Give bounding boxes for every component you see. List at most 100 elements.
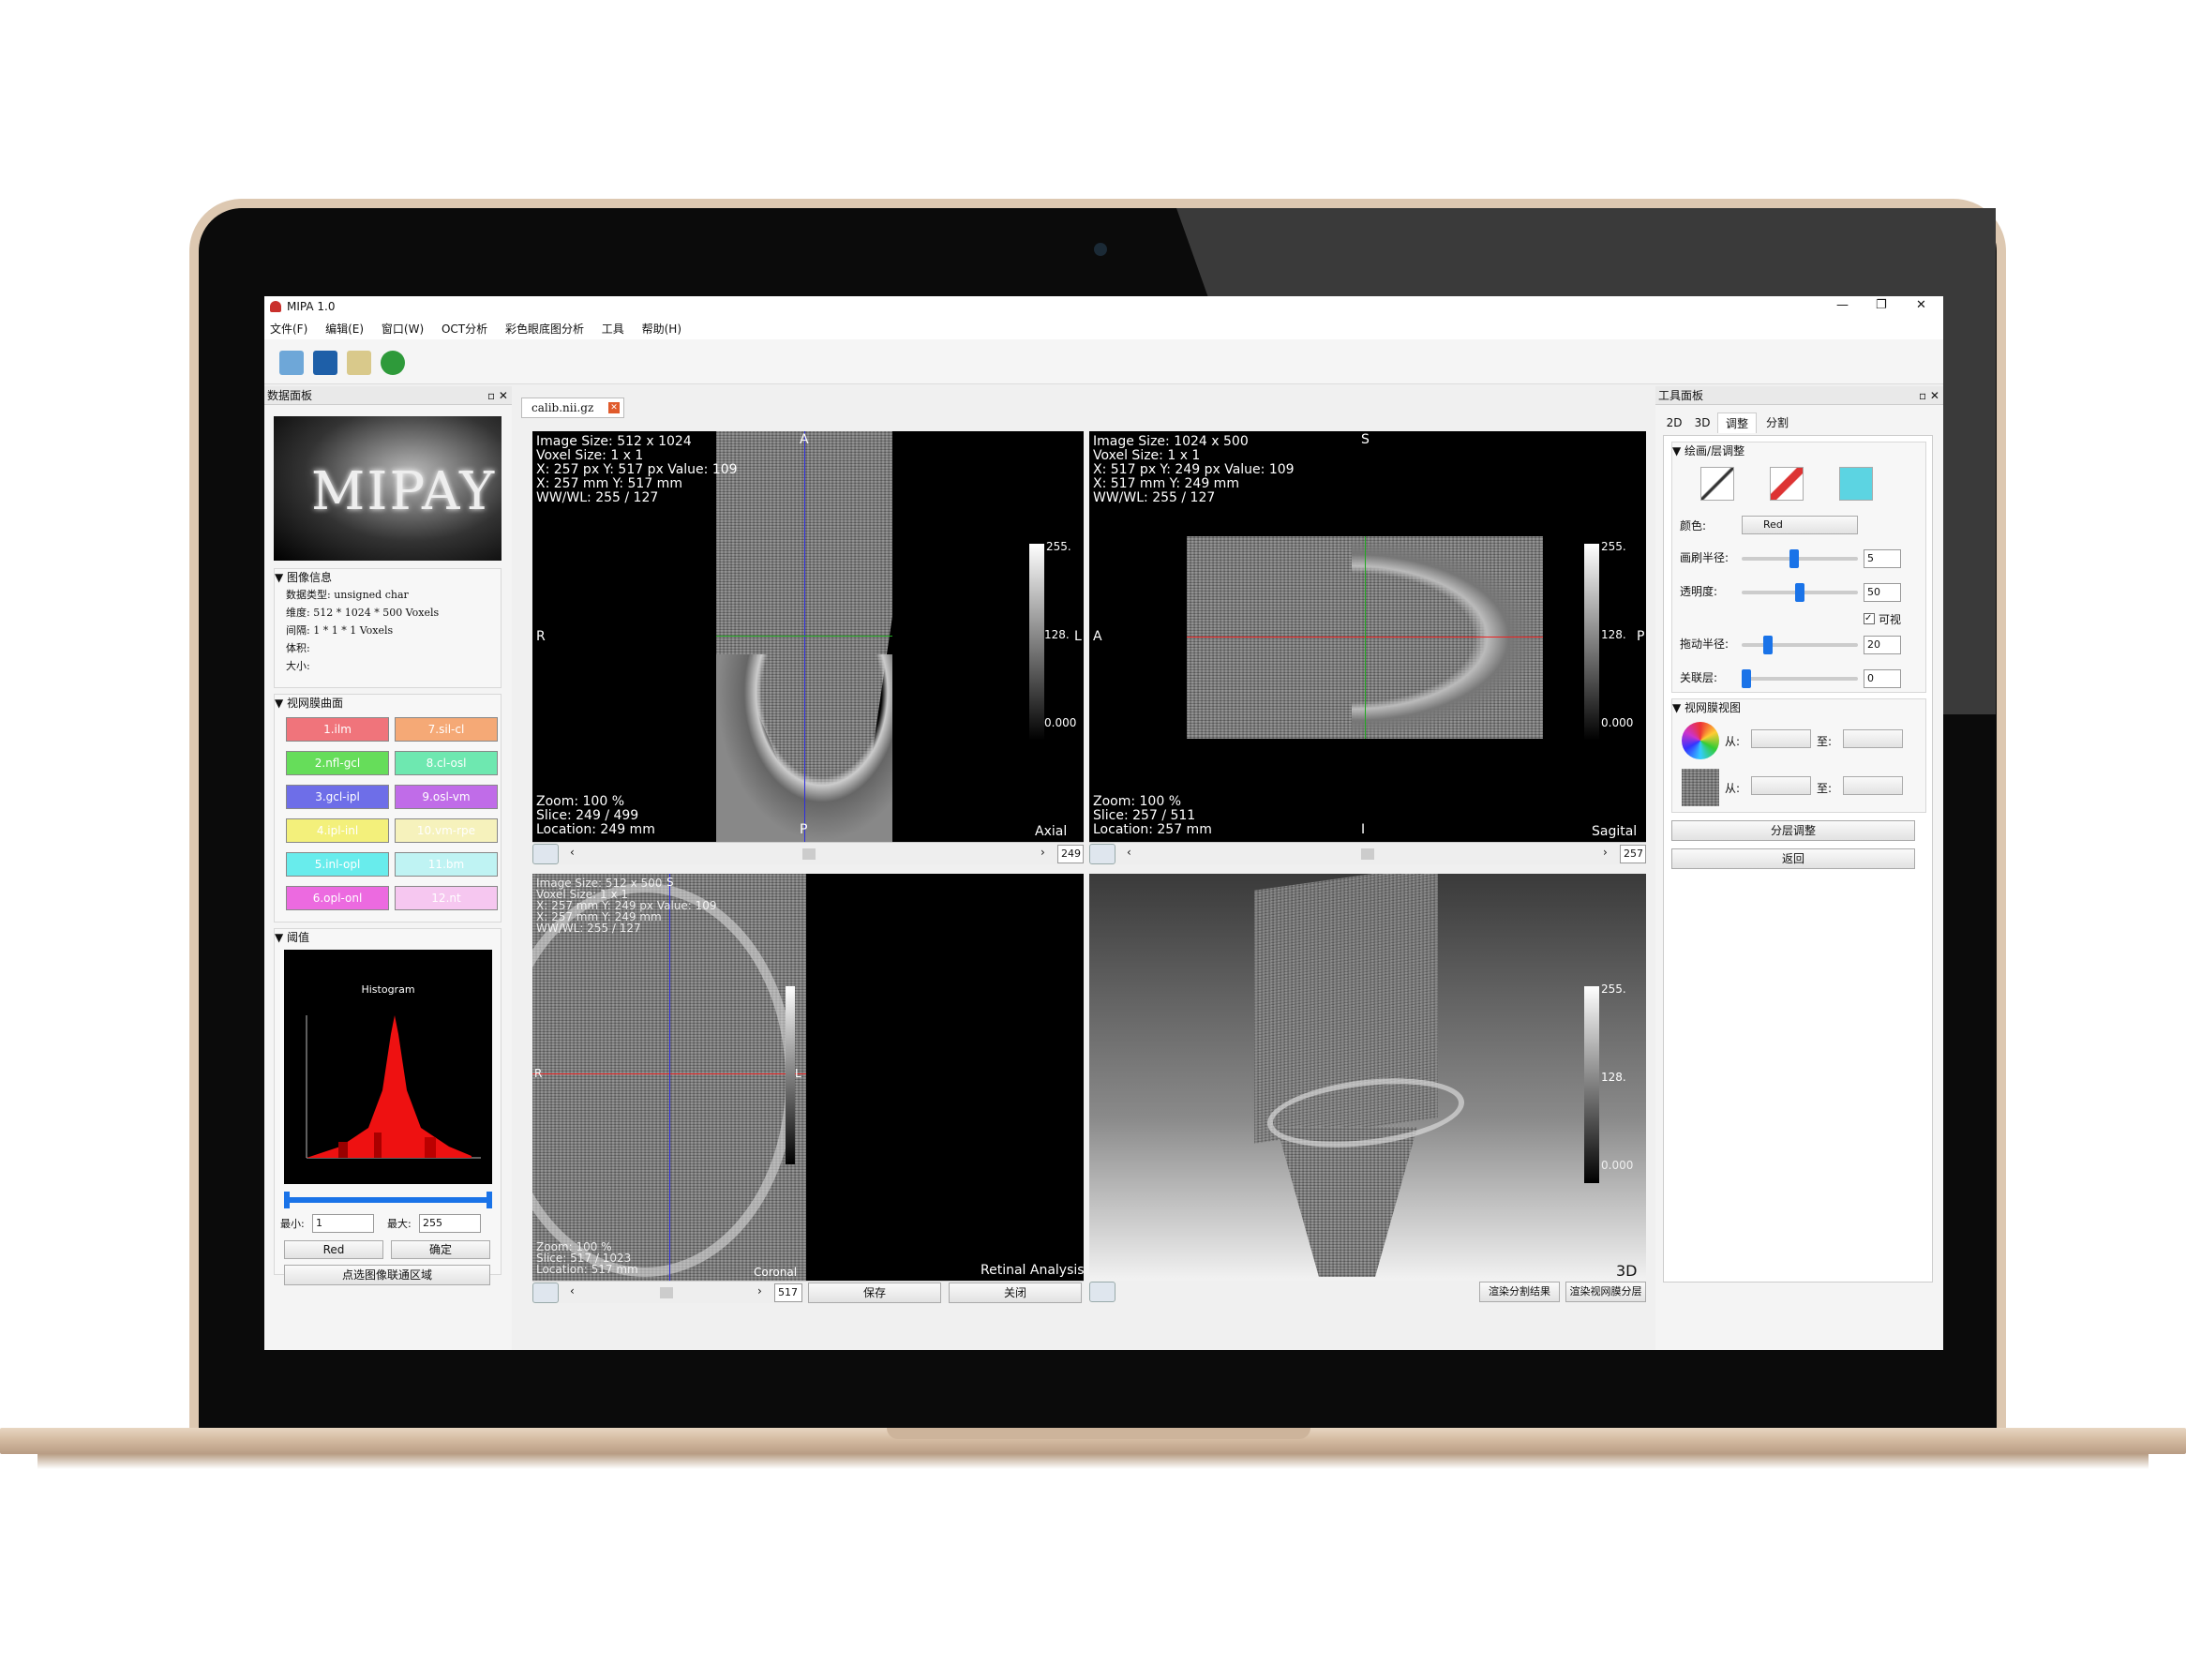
menu-window[interactable]: 窗口(W) bbox=[382, 322, 424, 336]
brush-radius-spinbox[interactable]: 5 bbox=[1864, 549, 1901, 568]
tab-3d[interactable]: 3D bbox=[1691, 412, 1714, 433]
eye-icon[interactable] bbox=[532, 1282, 559, 1303]
eye-icon[interactable] bbox=[1089, 1282, 1115, 1302]
edit-document-icon[interactable] bbox=[347, 351, 371, 375]
surface-button-8[interactable]: 10.vm-rpe bbox=[395, 818, 498, 843]
visible-checkbox[interactable]: ✓ bbox=[1864, 613, 1875, 624]
color-from-select[interactable] bbox=[1751, 729, 1811, 748]
menu-oct[interactable]: OCT分析 bbox=[442, 322, 487, 336]
surface-button-4[interactable]: 8.cl-osl bbox=[395, 751, 498, 775]
axial-label: Axial bbox=[1035, 824, 1068, 839]
coronal-scroll-thumb[interactable] bbox=[660, 1287, 673, 1298]
surface-button-11[interactable]: 6.opl-onl bbox=[286, 886, 389, 910]
tab-segment[interactable]: 分割 bbox=[1760, 412, 1794, 433]
surface-button-9[interactable]: 5.inl-opl bbox=[286, 852, 389, 877]
gray-from-select[interactable] bbox=[1751, 776, 1811, 795]
sagittal-view[interactable]: Image Size: 1024 x 500 Voxel Size: 1 x 1… bbox=[1089, 431, 1646, 842]
refresh-icon[interactable] bbox=[381, 351, 405, 375]
fundus-thumbnail-icon[interactable] bbox=[1682, 769, 1719, 806]
3d-view[interactable]: 255. 128. 0.000 3D bbox=[1089, 874, 1646, 1281]
scroll-left-icon[interactable]: ‹ bbox=[570, 846, 575, 859]
gray-to-select[interactable] bbox=[1843, 776, 1903, 795]
restore-button[interactable]: ❐ bbox=[1876, 298, 1887, 312]
axial-view[interactable]: Image Size: 512 x 1024 Voxel Size: 1 x 1… bbox=[532, 431, 1084, 842]
menu-file[interactable]: 文件(F) bbox=[270, 322, 307, 336]
pencil-icon[interactable] bbox=[1700, 467, 1734, 501]
surface-button-12[interactable]: 12.nt bbox=[395, 886, 498, 910]
scroll-right-icon[interactable]: › bbox=[1603, 846, 1608, 859]
surface-buttons: 1.ilm 7.sil-cl 2.nfl-gcl 8.cl-osl 3.gcl-ipl 9… bbox=[286, 717, 500, 923]
brush-radius-slider[interactable] bbox=[1742, 557, 1858, 561]
axial-scroll-thumb[interactable] bbox=[802, 848, 816, 860]
eye-icon[interactable] bbox=[1089, 844, 1115, 864]
scroll-left-icon[interactable]: ‹ bbox=[570, 1284, 575, 1298]
color-to-select[interactable] bbox=[1843, 729, 1903, 748]
save-button[interactable]: 保存 bbox=[808, 1282, 941, 1303]
drag-radius-handle[interactable] bbox=[1762, 636, 1773, 654]
minimize-button[interactable]: — bbox=[1836, 298, 1849, 312]
axial-slice-info: Zoom: 100 % Slice: 249 / 499 Location: 2… bbox=[536, 794, 655, 837]
back-button[interactable]: 返回 bbox=[1671, 848, 1915, 869]
sagittal-scroll-thumb[interactable] bbox=[1361, 848, 1374, 860]
opacity-spinbox[interactable]: 50 bbox=[1864, 583, 1901, 602]
surface-button-7[interactable]: 4.ipl-inl bbox=[286, 818, 389, 843]
drag-radius-spinbox[interactable]: 20 bbox=[1864, 636, 1901, 654]
select-region-button[interactable]: 点选图像联通区域 bbox=[284, 1265, 490, 1285]
axial-nav-bar: ‹ › 249 bbox=[532, 842, 1084, 864]
tab-2d[interactable]: 2D bbox=[1663, 412, 1685, 433]
range-min-handle[interactable] bbox=[284, 1192, 290, 1208]
coronal-view[interactable]: Image Size: 512 x 500 Voxel Size: 1 x 1 … bbox=[532, 874, 806, 1281]
linked-layer-spinbox[interactable]: 0 bbox=[1864, 669, 1901, 688]
color-wheel-icon[interactable] bbox=[1682, 722, 1719, 759]
surface-button-1[interactable]: 1.ilm bbox=[286, 717, 389, 742]
surface-button-10[interactable]: 11.bm bbox=[395, 852, 498, 877]
coronal-slice-info: Zoom: 100 % Slice: 517 / 1023 Location: … bbox=[536, 1240, 638, 1276]
sagittal-slice-info: Zoom: 100 % Slice: 257 / 511 Location: 2… bbox=[1093, 794, 1212, 837]
close-tab-icon[interactable]: ✕ bbox=[608, 402, 620, 413]
layer-adjust-icon[interactable] bbox=[1839, 467, 1873, 501]
close-view-button[interactable]: 关闭 bbox=[949, 1282, 1082, 1303]
opacity-handle[interactable] bbox=[1795, 583, 1804, 602]
doc-tab[interactable]: calib.nii.gz ✕ bbox=[521, 398, 624, 418]
coronal-info-overlay: Image Size: 512 x 500 Voxel Size: 1 x 1 … bbox=[536, 877, 717, 935]
surface-button-2[interactable]: 7.sil-cl bbox=[395, 717, 498, 742]
eye-icon[interactable] bbox=[532, 844, 559, 864]
threshold-color-select[interactable]: Red bbox=[284, 1240, 383, 1259]
linked-layer-slider[interactable] bbox=[1742, 677, 1858, 681]
coronal-slice-spinbox[interactable]: 517 bbox=[774, 1283, 802, 1302]
surface-button-6[interactable]: 9.osl-vm bbox=[395, 785, 498, 809]
laptop-shadow bbox=[37, 1454, 2149, 1469]
drag-radius-slider[interactable] bbox=[1742, 643, 1858, 647]
retinal-analysis-view[interactable]: Retinal Analysis bbox=[806, 874, 1084, 1281]
menu-tools[interactable]: 工具 bbox=[602, 322, 624, 336]
brush-radius-handle[interactable] bbox=[1789, 549, 1800, 568]
3d-slice-lower bbox=[1277, 1127, 1417, 1277]
menu-help[interactable]: 帮助(H) bbox=[642, 322, 681, 336]
confirm-button[interactable]: 确定 bbox=[391, 1240, 490, 1259]
histogram-chart: Histogram bbox=[284, 950, 492, 1184]
range-max-handle[interactable] bbox=[487, 1192, 492, 1208]
draw-color-select[interactable]: Red bbox=[1742, 516, 1858, 534]
eraser-icon[interactable] bbox=[1770, 467, 1804, 501]
scroll-right-icon[interactable]: › bbox=[757, 1284, 762, 1298]
render-layers-button[interactable]: 渲染视网膜分层 bbox=[1565, 1282, 1646, 1302]
open-folder-icon[interactable] bbox=[279, 351, 304, 375]
menu-edit[interactable]: 编辑(E) bbox=[325, 322, 364, 336]
axial-slice-spinbox[interactable]: 249 bbox=[1057, 845, 1084, 863]
max-spinbox[interactable]: 255 bbox=[419, 1214, 481, 1233]
layer-adjust-button[interactable]: 分层调整 bbox=[1671, 820, 1915, 841]
sagittal-nav-bar: ‹ › 257 bbox=[1089, 842, 1646, 864]
linked-layer-handle[interactable] bbox=[1742, 669, 1751, 688]
sagittal-slice-spinbox[interactable]: 257 bbox=[1620, 845, 1646, 863]
threshold-range-slider[interactable] bbox=[284, 1197, 492, 1203]
save-icon[interactable] bbox=[313, 351, 337, 375]
tab-adjust[interactable]: 调整 bbox=[1717, 412, 1757, 433]
surface-button-5[interactable]: 3.gcl-ipl bbox=[286, 785, 389, 809]
scroll-right-icon[interactable]: › bbox=[1041, 846, 1045, 859]
menu-fundus[interactable]: 彩色眼底图分析 bbox=[505, 322, 584, 336]
close-button[interactable]: ✕ bbox=[1916, 298, 1926, 312]
render-segmentation-button[interactable]: 渲染分割结果 bbox=[1479, 1282, 1560, 1302]
scroll-left-icon[interactable]: ‹ bbox=[1127, 846, 1131, 859]
min-spinbox[interactable]: 1 bbox=[312, 1214, 374, 1233]
surface-button-3[interactable]: 2.nfl-gcl bbox=[286, 751, 389, 775]
